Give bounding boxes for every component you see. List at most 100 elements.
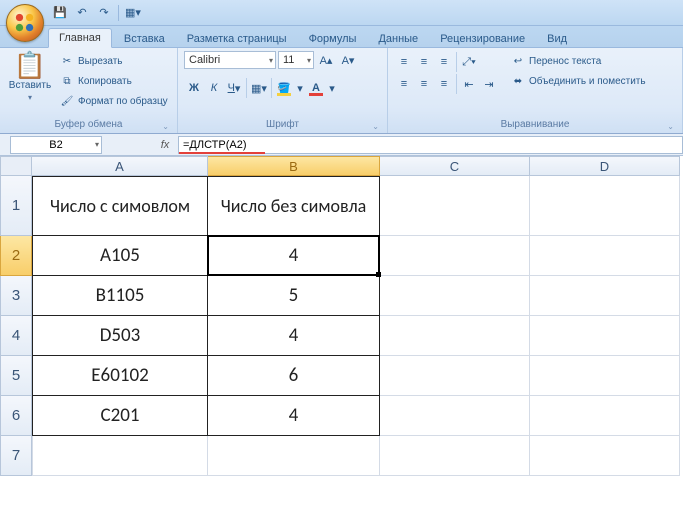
wrap-icon: ↩ — [511, 56, 525, 67]
office-button[interactable] — [6, 4, 44, 42]
worksheet[interactable]: A B C D 1 Число с симовлом Число без сим… — [0, 156, 683, 476]
tab-insert[interactable]: Вставка — [114, 30, 175, 48]
shrink-font-button[interactable]: A▾ — [338, 50, 358, 70]
name-box[interactable]: B2 ▾ — [10, 136, 102, 154]
tab-home[interactable]: Главная — [48, 28, 112, 48]
copy-icon: ⧉ — [60, 76, 74, 87]
indent-increase-button[interactable]: ⇥ — [479, 74, 499, 94]
format-painter-label: Формат по образцу — [78, 96, 168, 107]
row-header-1[interactable]: 1 — [0, 176, 32, 236]
fill-color-button[interactable]: 🪣 — [274, 78, 294, 98]
cell-A5[interactable]: E60102 — [32, 356, 208, 396]
cell-D5[interactable] — [530, 356, 680, 396]
column-headers: A B C D — [0, 156, 683, 176]
copy-label: Копировать — [78, 76, 132, 87]
border-button[interactable]: ▦▾ — [249, 78, 269, 98]
cell-D7[interactable] — [530, 436, 680, 476]
cell-C6[interactable] — [380, 396, 530, 436]
redo-icon[interactable]: ↷ — [96, 5, 112, 21]
cell-B4[interactable]: 4 — [208, 316, 380, 356]
col-header-D[interactable]: D — [530, 156, 680, 176]
row-header-6[interactable]: 6 — [0, 396, 32, 436]
cell-D3[interactable] — [530, 276, 680, 316]
col-header-B[interactable]: B — [208, 156, 380, 176]
cell-A3[interactable]: B1105 — [32, 276, 208, 316]
align-middle-button[interactable]: ≡ — [414, 52, 434, 72]
cell-D2[interactable] — [530, 236, 680, 276]
cell-C3[interactable] — [380, 276, 530, 316]
align-left-button[interactable]: ≡ — [394, 74, 414, 94]
qat-custom-icon[interactable]: ▦▾ — [125, 5, 141, 21]
cell-C1[interactable] — [380, 176, 530, 236]
col-header-A[interactable]: A — [32, 156, 208, 176]
align-center-button[interactable]: ≡ — [414, 74, 434, 94]
group-alignment: ≡ ≡ ≡ ⤢▾ ≡ ≡ ≡ ⇤ ⇥ ↩ Перенос текста ⬌Объе… — [388, 48, 683, 133]
cell-C2[interactable] — [380, 236, 530, 276]
paste-icon: 📋 — [14, 52, 46, 78]
cell-B1[interactable]: Число без симовла — [208, 176, 380, 236]
cell-B6[interactable]: 4 — [208, 396, 380, 436]
name-box-value: B2 — [49, 139, 62, 151]
grow-font-button[interactable]: A▴ — [316, 50, 336, 70]
cell-A6[interactable]: C201 — [32, 396, 208, 436]
font-color-button[interactable]: A — [306, 78, 326, 98]
cell-A2[interactable]: A105 — [32, 236, 208, 276]
cell-C4[interactable] — [380, 316, 530, 356]
cell-B5[interactable]: 6 — [208, 356, 380, 396]
ribbon: 📋 Вставить ▾ ✂Вырезать ⧉ Копировать 🖌Форм… — [0, 48, 683, 134]
paste-button[interactable]: 📋 Вставить ▾ — [6, 50, 54, 102]
underline-button[interactable]: Ч▾ — [224, 78, 244, 98]
row-header-3[interactable]: 3 — [0, 276, 32, 316]
tab-formulas[interactable]: Формулы — [299, 30, 367, 48]
cell-A4[interactable]: D503 — [32, 316, 208, 356]
cell-B2[interactable]: 4 — [208, 236, 380, 276]
separator — [456, 52, 457, 72]
wrap-text-button[interactable]: ↩ Перенос текста — [509, 52, 648, 70]
tab-review[interactable]: Рецензирование — [430, 30, 535, 48]
fill-color-dropdown[interactable]: ▾ — [294, 78, 306, 98]
cell-C7[interactable] — [380, 436, 530, 476]
fx-icon[interactable]: fx — [152, 139, 178, 151]
merge-center-button[interactable]: ⬌Объединить и поместить — [509, 72, 648, 90]
font-size-combo[interactable]: 11▾ — [278, 51, 314, 69]
col-header-C[interactable]: C — [380, 156, 530, 176]
separator — [246, 78, 247, 98]
font-color-dropdown[interactable]: ▾ — [326, 78, 338, 98]
cell-D4[interactable] — [530, 316, 680, 356]
cell-C5[interactable] — [380, 356, 530, 396]
paste-label: Вставить — [9, 80, 51, 91]
tab-page-layout[interactable]: Разметка страницы — [177, 30, 297, 48]
tab-view[interactable]: Вид — [537, 30, 577, 48]
row-header-5[interactable]: 5 — [0, 356, 32, 396]
tab-data[interactable]: Данные — [368, 30, 428, 48]
align-bottom-button[interactable]: ≡ — [434, 52, 454, 72]
row-header-7[interactable]: 7 — [0, 436, 32, 476]
row-header-4[interactable]: 4 — [0, 316, 32, 356]
cell-D1[interactable] — [530, 176, 680, 236]
cell-B7[interactable] — [208, 436, 380, 476]
orientation-button[interactable]: ⤢▾ — [459, 52, 479, 72]
select-all-corner[interactable] — [0, 156, 32, 176]
align-right-button[interactable]: ≡ — [434, 74, 454, 94]
chevron-down-icon: ▾ — [95, 140, 99, 149]
indent-decrease-button[interactable]: ⇤ — [459, 74, 479, 94]
cell-A7[interactable] — [32, 436, 208, 476]
formula-input[interactable]: =ДЛСТР(A2) — [178, 136, 683, 154]
bold-button[interactable]: Ж — [184, 78, 204, 98]
font-name-combo[interactable]: Calibri▾ — [184, 51, 276, 69]
chevron-down-icon: ▾ — [28, 93, 32, 102]
row-header-2[interactable]: 2 — [0, 236, 32, 276]
format-painter-button[interactable]: 🖌Формат по образцу — [58, 92, 170, 110]
cell-A1[interactable]: Число с симовлом — [32, 176, 208, 236]
align-top-button[interactable]: ≡ — [394, 52, 414, 72]
qat-separator — [118, 5, 119, 21]
save-icon[interactable]: 💾 — [52, 5, 68, 21]
copy-button[interactable]: ⧉ Копировать — [58, 72, 170, 90]
wrap-label: Перенос текста — [529, 56, 601, 67]
cell-D6[interactable] — [530, 396, 680, 436]
undo-icon[interactable]: ↶ — [74, 5, 90, 21]
italic-button[interactable]: К — [204, 78, 224, 98]
formula-text: =ДЛСТР(A2) — [183, 139, 247, 151]
cut-button[interactable]: ✂Вырезать — [58, 52, 170, 70]
cell-B3[interactable]: 5 — [208, 276, 380, 316]
